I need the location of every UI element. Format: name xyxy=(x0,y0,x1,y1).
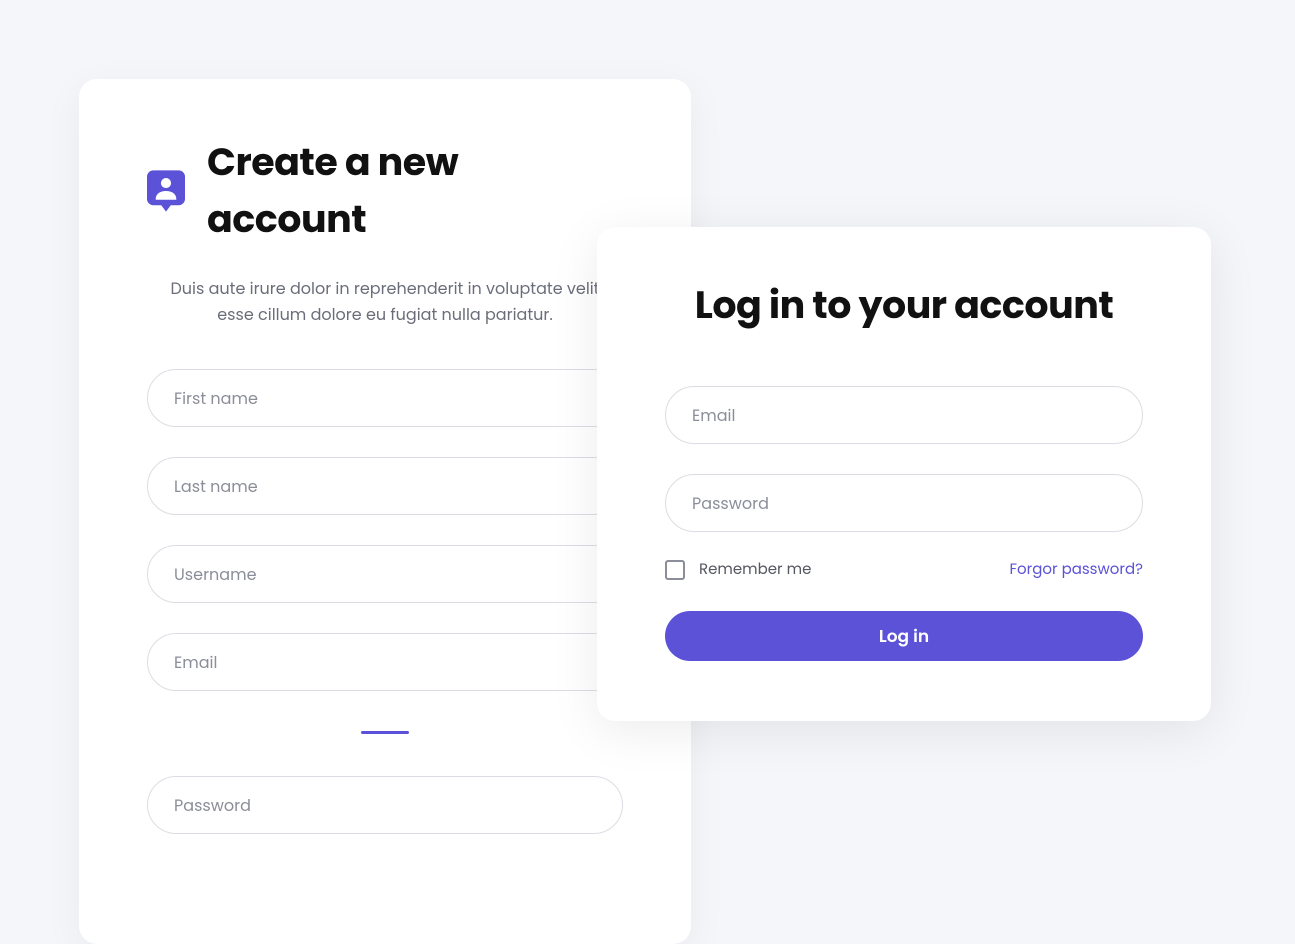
remember-me-label: Remember me xyxy=(699,558,811,581)
login-card: Log in to your account Remember me Forgo… xyxy=(597,227,1211,721)
forgot-password-link[interactable]: Forgor password? xyxy=(1009,558,1143,581)
login-options-row: Remember me Forgor password? xyxy=(665,558,1143,581)
last-name-field[interactable] xyxy=(147,457,623,515)
account-icon xyxy=(147,170,185,212)
signup-subtitle: Duis aute irure dolor in reprehenderit i… xyxy=(147,276,623,327)
signup-header: Create a new account xyxy=(147,134,623,248)
login-button[interactable]: Log in xyxy=(665,611,1143,661)
login-title: Log in to your account xyxy=(665,277,1143,334)
section-divider xyxy=(361,731,409,734)
remember-me-wrap: Remember me xyxy=(665,558,811,581)
signup-email-field[interactable] xyxy=(147,633,623,691)
first-name-field[interactable] xyxy=(147,369,623,427)
signup-title: Create a new account xyxy=(207,134,623,248)
login-password-field[interactable] xyxy=(665,474,1143,532)
username-field[interactable] xyxy=(147,545,623,603)
remember-me-checkbox[interactable] xyxy=(665,560,685,580)
signup-password-field[interactable] xyxy=(147,776,623,834)
login-email-field[interactable] xyxy=(665,386,1143,444)
